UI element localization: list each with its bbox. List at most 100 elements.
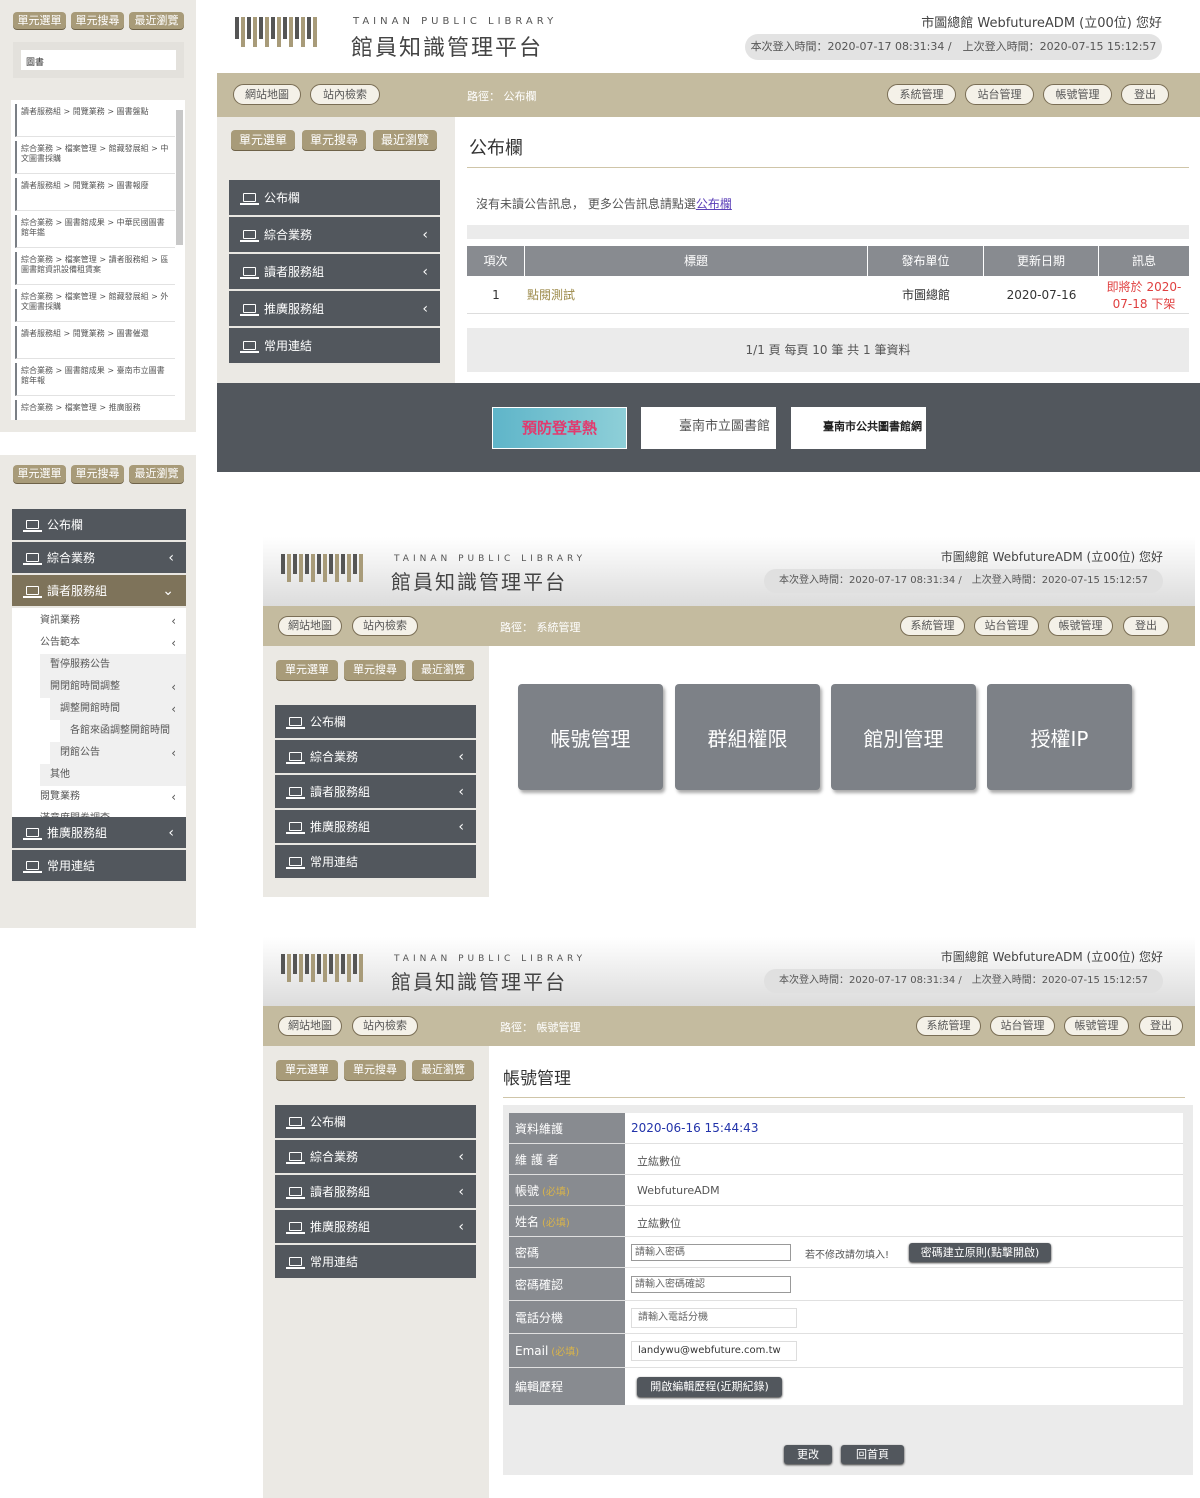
submenu-item[interactable]: 調整開館時間 ‹ [50, 698, 186, 720]
recent-button[interactable]: 最近瀏覽 [129, 12, 184, 29]
menu-reader[interactable]: 讀者服務組 ⌄ [12, 575, 186, 608]
unit-menu-button[interactable]: 單元選單 [13, 465, 66, 483]
site-search-link[interactable]: 站內檢索 [352, 1016, 418, 1036]
site-admin-link[interactable]: 站台管理 [990, 1016, 1055, 1036]
scrollbar[interactable] [176, 110, 183, 245]
greeting: 市圖總館 WebfutureADM (立00位) 您好 [940, 550, 1163, 564]
tile-account[interactable]: 帳號管理 [518, 684, 663, 790]
menu-general[interactable]: 綜合業務 ‹ [12, 542, 186, 575]
menu-promo[interactable]: 推廣服務組 ‹ [229, 291, 440, 328]
menu-links[interactable]: 常用連結 [229, 328, 440, 365]
site-search-link[interactable]: 站內檢索 [310, 84, 380, 105]
menu-bulletin[interactable]: 公布欄 [229, 180, 440, 217]
home-button[interactable]: 回首頁 [841, 1445, 904, 1464]
tainan-library-banner[interactable]: 臺南市立圖書館 [641, 407, 776, 449]
required-mark: (必填) [551, 1347, 580, 1358]
bulletin-link[interactable]: 公布欄 [696, 197, 732, 211]
logout-link[interactable]: 登出 [1139, 1016, 1183, 1036]
menu-links[interactable]: 常用連結 [275, 845, 476, 880]
password-input[interactable]: 請輸入密碼 [631, 1244, 791, 1261]
menu-links[interactable]: 常用連結 [275, 1245, 476, 1280]
sitemap-link[interactable]: 網站地圖 [278, 616, 342, 636]
menu-general[interactable]: 綜合業務 ‹ [275, 1140, 476, 1175]
submenu-item[interactable]: 資訊業務 ‹ [12, 610, 186, 632]
search-result-item[interactable]: 讀者服務組 > 閱覽業務 > 圖書報廢 [15, 178, 175, 211]
recent-button[interactable]: 最近瀏覽 [373, 130, 437, 150]
unit-menu-button[interactable]: 單元選單 [13, 12, 66, 29]
email-input[interactable]: landywu@webfuture.com.tw [631, 1341, 797, 1361]
public-library-banner[interactable]: 臺南市公共圖書館網 [791, 407, 926, 449]
sys-admin-link[interactable]: 系統管理 [916, 1016, 981, 1036]
menu-reader[interactable]: 讀者服務組 ‹ [229, 254, 440, 291]
search-result-item[interactable]: 綜合業務 > 檔案管理 > 推廣服務 [15, 400, 175, 420]
menu-reader[interactable]: 讀者服務組 ‹ [275, 1175, 476, 1210]
chevron-left-icon: ‹ [458, 1183, 464, 1200]
unit-search-button[interactable]: 單元搜尋 [344, 1060, 406, 1080]
menu-promo[interactable]: 推廣服務組 ‹ [275, 810, 476, 845]
search-result-item[interactable]: 綜合業務 > 檔案管理 > 館藏發展組 > 外文圖書採購 [15, 289, 175, 322]
menu-bulletin[interactable]: 公布欄 [275, 1105, 476, 1140]
submenu-item[interactable]: 公告範本 ‹ [12, 632, 186, 654]
account-admin-link[interactable]: 帳號管理 [1043, 84, 1112, 105]
menu-bulletin[interactable]: 公布欄 [12, 509, 186, 542]
edit-history-button[interactable]: 開啟編輯歷程(近期紀錄) [637, 1377, 782, 1397]
menu-promo[interactable]: 推廣服務組 ‹ [12, 817, 186, 850]
password-rule-button[interactable]: 密碼建立原則(點擊開啟) [909, 1243, 1051, 1262]
site-admin-link[interactable]: 站台管理 [965, 84, 1034, 105]
unit-search-button[interactable]: 單元搜尋 [344, 660, 406, 680]
unit-search-button[interactable]: 單元搜尋 [302, 130, 366, 150]
menu-general[interactable]: 綜合業務 ‹ [275, 740, 476, 775]
menu-general[interactable]: 綜合業務 ‹ [229, 217, 440, 254]
account-admin-link[interactable]: 帳號管理 [1064, 1016, 1129, 1036]
dengue-banner[interactable]: 預防登革熱 [492, 407, 627, 449]
editor-value: 立紘數位 [637, 1155, 681, 1168]
submenu-item[interactable]: 各館來函調整開館時間 [60, 720, 186, 742]
menu-label: 讀者服務組 [310, 785, 371, 799]
menu-reader[interactable]: 讀者服務組 ‹ [275, 775, 476, 810]
site-search-link[interactable]: 站內檢索 [352, 616, 418, 636]
sitemap-link[interactable]: 網站地圖 [233, 84, 301, 105]
account-admin-link[interactable]: 帳號管理 [1048, 616, 1113, 636]
submenu-item[interactable]: 閱覽業務 ‹ [12, 786, 186, 808]
sitemap-link[interactable]: 網站地圖 [278, 1016, 342, 1036]
chevron-left-icon: ‹ [422, 300, 428, 317]
menu-bulletin[interactable]: 公布欄 [275, 705, 476, 740]
search-result-item[interactable]: 綜合業務 > 圖書館成果 > 中華民國圖書館年鑑 [15, 215, 175, 248]
password-confirm-input[interactable]: 請輸入密碼確認 [631, 1276, 791, 1293]
recent-button[interactable]: 最近瀏覽 [412, 1060, 474, 1080]
search-input[interactable]: 圖書 [21, 50, 176, 70]
tile-group[interactable]: 群組權限 [675, 684, 820, 790]
sys-admin-link[interactable]: 系統管理 [887, 84, 956, 105]
required-mark: (必填) [542, 1186, 570, 1198]
submenu-item[interactable]: 開閉館時間調整 ‹ [40, 676, 186, 698]
chevron-left-icon: ‹ [422, 226, 428, 243]
recent-button[interactable]: 最近瀏覽 [129, 465, 184, 483]
col-header: 發布單位 [868, 246, 984, 276]
logout-link[interactable]: 登出 [1121, 84, 1169, 105]
tile-branch[interactable]: 館別管理 [831, 684, 976, 790]
search-result-item[interactable]: 綜合業務 > 圖書館成果 > 臺南市立圖書館年報 [15, 363, 175, 396]
menu-promo[interactable]: 推廣服務組 ‹ [275, 1210, 476, 1245]
cell-no: 1 [492, 287, 500, 302]
submenu-item[interactable]: 暫停服務公告 [40, 654, 186, 676]
logout-link[interactable]: 登出 [1123, 616, 1169, 636]
unit-search-button[interactable]: 單元搜尋 [71, 12, 124, 29]
sys-admin-link[interactable]: 系統管理 [900, 616, 965, 636]
search-result-item[interactable]: 讀者服務組 > 閱覽業務 > 圖書催還 [15, 326, 175, 359]
unit-menu-button[interactable]: 單元選單 [276, 660, 338, 680]
phone-input[interactable]: 請輸入電話分機 [631, 1308, 797, 1328]
unit-menu-button[interactable]: 單元選單 [231, 130, 295, 150]
submenu-item[interactable]: 其他 [40, 764, 186, 786]
tile-ip[interactable]: 授權IP [987, 684, 1132, 790]
submenu-item[interactable]: 閉館公告 ‹ [50, 742, 186, 764]
search-result-item[interactable]: 讀者服務組 > 閱覽業務 > 圖書盤點 [15, 104, 175, 137]
submit-button[interactable]: 更改 [784, 1445, 832, 1464]
search-result-item[interactable]: 綜合業務 > 檔案管理 > 館藏發展組 > 中文圖書採購 [15, 141, 175, 174]
site-admin-link[interactable]: 站台管理 [974, 616, 1039, 636]
search-result-item[interactable]: 綜合業務 > 檔案管理 > 讀者服務組 > 區圖書館資訊設備租賃案 [15, 252, 175, 285]
unit-menu-button[interactable]: 單元選單 [276, 1060, 338, 1080]
recent-button[interactable]: 最近瀏覽 [412, 660, 474, 680]
cell-title[interactable]: 點閱測試 [525, 286, 868, 303]
menu-links[interactable]: 常用連結 [12, 850, 186, 883]
unit-search-button[interactable]: 單元搜尋 [71, 465, 124, 483]
